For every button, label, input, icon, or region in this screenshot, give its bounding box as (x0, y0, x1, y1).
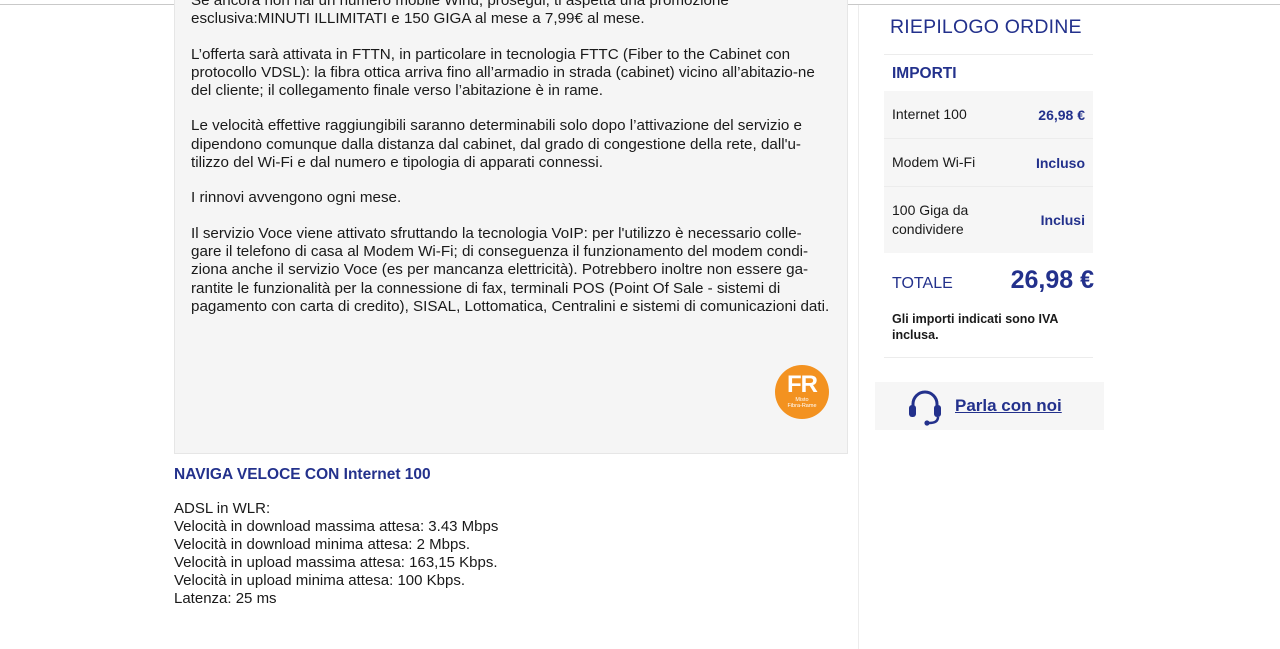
summary-row-modem: Modem Wi-Fi Incluso (884, 139, 1093, 186)
importi-heading: IMPORTI (892, 65, 957, 82)
vat-note: Gli importi indicati sono IVA inclusa. (892, 312, 1058, 342)
total-label: TOTALE (892, 275, 953, 292)
offer-details-box: Se ancora non hai un numero mobile Wind,… (174, 0, 848, 454)
contact-label: Parla con noi (955, 396, 1062, 415)
badge-code: FR (787, 371, 818, 398)
summary-row-giga: 100 Giga da condividere Inclusi (884, 187, 1093, 253)
speed-line: Latenza: 25 ms (174, 590, 277, 607)
offer-paragraph-promo: Se ancora non hai un numero mobile Wind,… (191, 0, 729, 28)
speed-line: ADSL in WLR: (174, 500, 271, 517)
row-label: Internet 100 (892, 106, 967, 122)
offer-paragraph-renewal: I rinnovi avvengono ogni mese. (191, 189, 402, 207)
offer-paragraph-technology: L’offerta sarà attivata in FTTN, in part… (191, 45, 815, 100)
row-value: Inclusi (1040, 212, 1085, 228)
row-label: 100 Giga da condividere (892, 202, 969, 237)
column-divider (858, 5, 859, 649)
speed-line: Velocità in upload massima attesa: 163,1… (174, 554, 498, 571)
total-value: 26,98 € (1010, 266, 1094, 294)
divider (884, 54, 1093, 55)
fibra-rame-badge-icon: FR Misto Fibra-Rame (775, 365, 829, 419)
headset-icon (909, 390, 941, 426)
row-label: Modem Wi-Fi (892, 154, 976, 170)
row-value: Incluso (1035, 154, 1085, 171)
row-value: 26,98 € (1038, 106, 1085, 123)
speed-details-list: ADSL in WLR: Velocità in download massim… (174, 500, 498, 608)
contact-button[interactable]: Parla con noi (875, 382, 1104, 430)
speed-line: Velocità in download minima attesa: 2 Mb… (174, 536, 470, 553)
speed-line: Velocità in download massima attesa: 3.4… (174, 518, 499, 535)
badge-caption-2: Fibra-Rame (787, 403, 817, 409)
offer-paragraph-voice: Il servizio Voce viene attivato sfruttan… (191, 224, 830, 315)
speed-line: Velocità in upload minima attesa: 100 Kb… (174, 572, 466, 589)
offer-paragraph-speed: Le velocità effettive raggiungibili sara… (191, 117, 802, 172)
order-summary-title: RIEPILOGO ORDINE (890, 16, 1082, 38)
divider (884, 357, 1093, 358)
summary-row-internet: Internet 100 26,98 € (884, 91, 1093, 138)
speed-section-title: NAVIGA VELOCE CON Internet 100 (174, 466, 431, 483)
